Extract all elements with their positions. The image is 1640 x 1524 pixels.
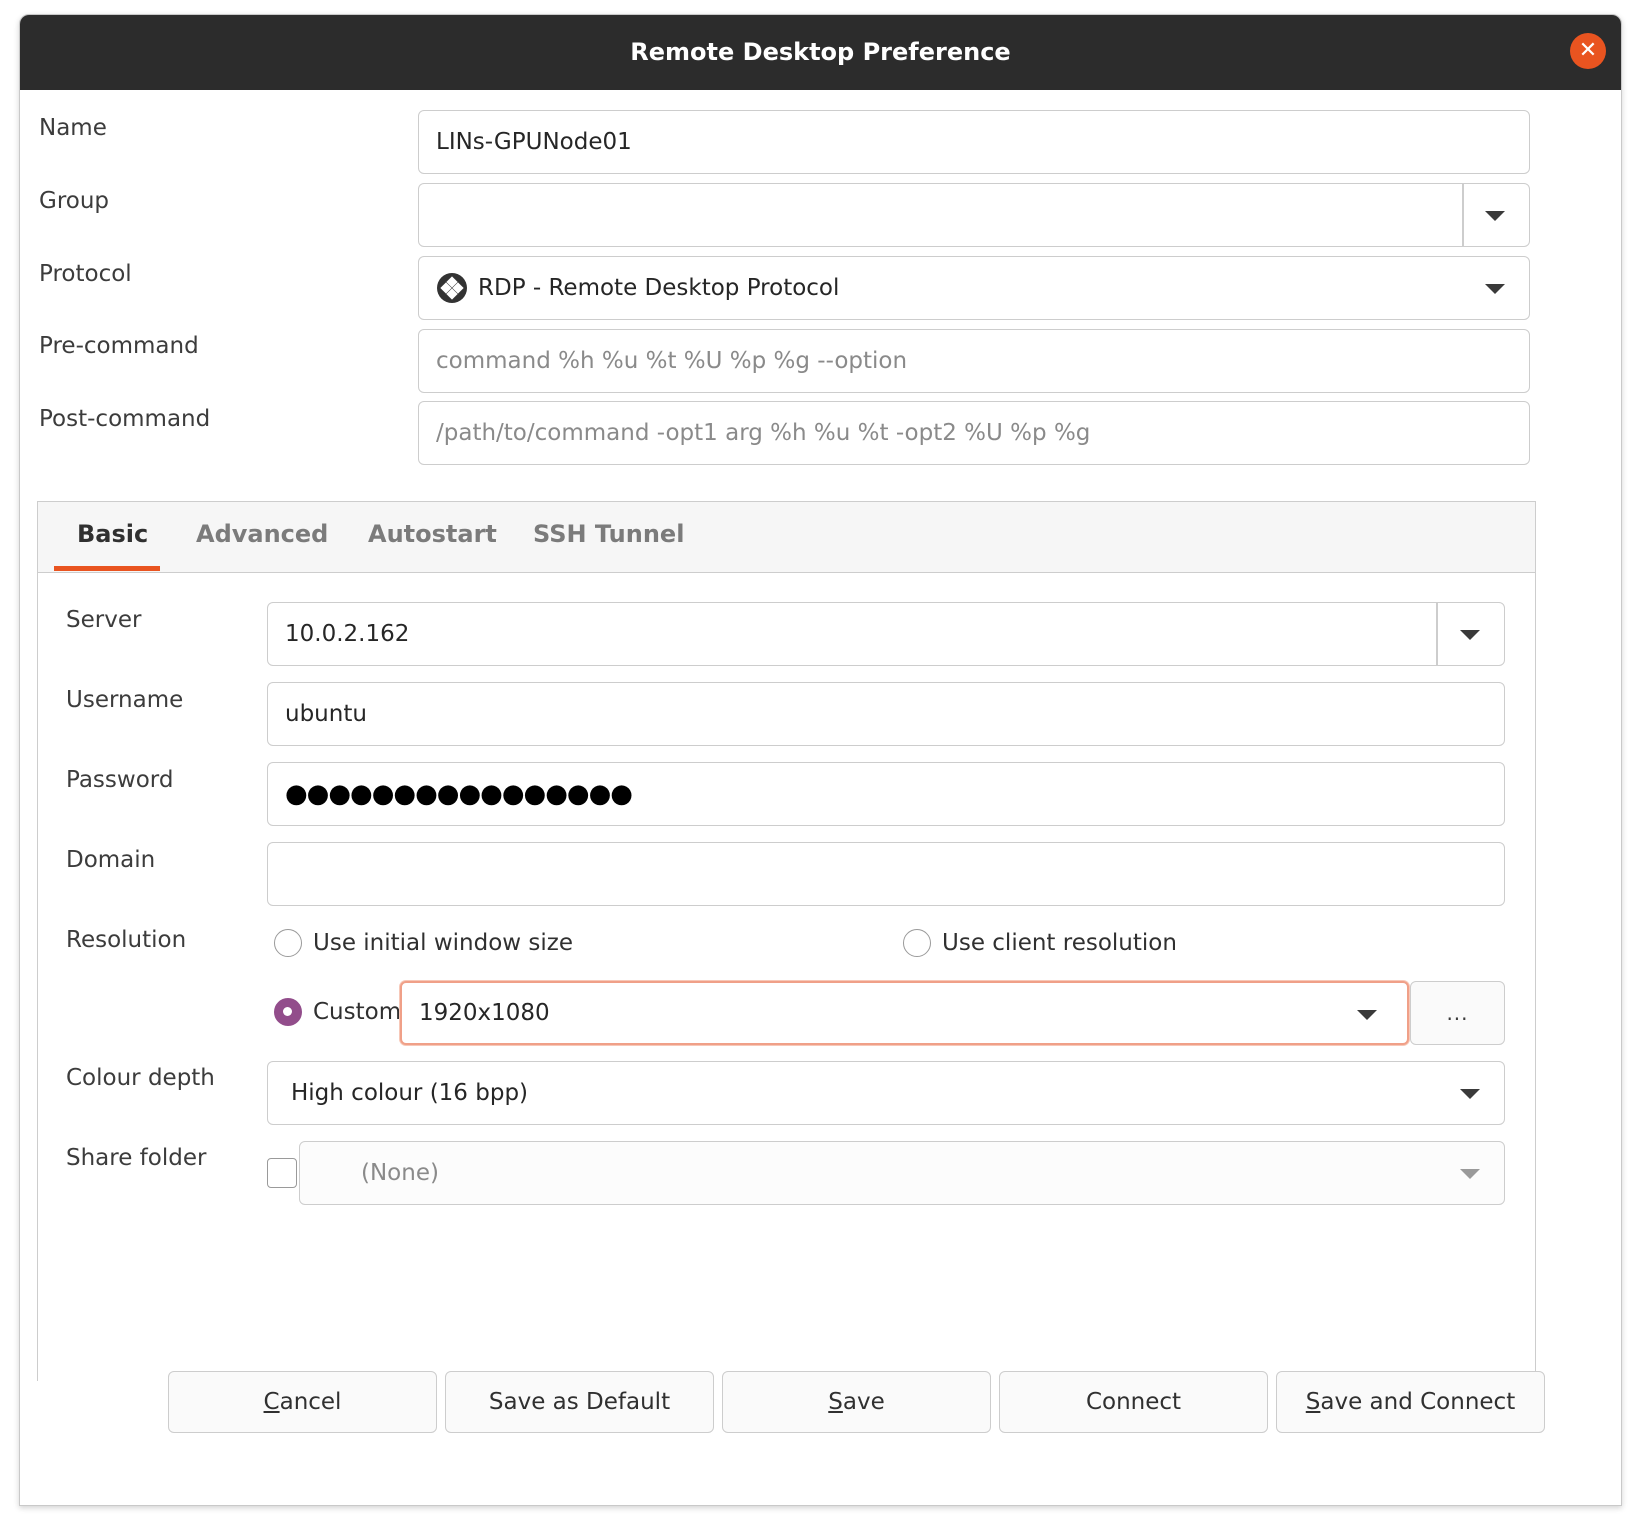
protocol-select-value: RDP - Remote Desktop Protocol [478, 275, 840, 301]
tab-advanced[interactable]: Advanced [196, 520, 328, 548]
title-bar: Remote Desktop Preference ✕ [20, 15, 1621, 90]
group-combo[interactable] [418, 183, 1530, 247]
save-and-connect-mnemonic: S [1305, 1389, 1321, 1415]
resolution-label: Resolution [66, 927, 187, 953]
share-folder-chooser[interactable]: (None) [299, 1141, 1505, 1205]
dialog-title: Remote Desktop Preference [630, 38, 1011, 66]
cancel-mnemonic: C [263, 1389, 280, 1415]
radio-custom-resolution[interactable] [274, 998, 302, 1026]
colour-depth-label: Colour depth [66, 1065, 215, 1091]
rdp-plugin-icon [437, 273, 467, 303]
chevron-down-icon[interactable] [1460, 1169, 1480, 1179]
protocol-label: Protocol [39, 261, 132, 287]
postcommand-input[interactable]: /path/to/command -opt1 arg %h %u %t -opt… [418, 401, 1530, 465]
colour-depth-value: High colour (16 bpp) [291, 1080, 529, 1106]
save-as-default-button[interactable]: Save as Default [445, 1371, 714, 1433]
save-and-connect-button[interactable]: Save and Connect [1276, 1371, 1545, 1433]
preference-dialog: Remote Desktop Preference ✕ Name LINs-GP… [19, 14, 1622, 1506]
edit-resolutions-button[interactable]: ... [1410, 981, 1505, 1045]
radio-custom-resolution-label[interactable]: Custom [313, 999, 401, 1025]
server-combo[interactable]: 10.0.2.162 [267, 602, 1505, 666]
postcommand-placeholder: /path/to/command -opt1 arg %h %u %t -opt… [436, 420, 1091, 446]
close-icon[interactable]: ✕ [1570, 33, 1606, 69]
save-mnemonic: S [828, 1389, 843, 1415]
combo-separator [1462, 184, 1464, 246]
active-tab-indicator [54, 566, 160, 571]
precommand-placeholder: command %h %u %t %U %p %g --option [436, 348, 908, 374]
password-input[interactable]: ●●●●●●●●●●●●●●●● [267, 762, 1505, 826]
tab-bar: Basic Advanced Autostart SSH Tunnel [38, 502, 1535, 573]
radio-initial-window-size[interactable] [274, 929, 302, 957]
share-folder-checkbox[interactable] [267, 1158, 297, 1188]
username-input[interactable]: ubuntu [267, 682, 1505, 746]
connect-label: Connect [1085, 1389, 1182, 1415]
username-input-value: ubuntu [285, 701, 367, 727]
tab-basic[interactable]: Basic [77, 520, 148, 548]
postcommand-label: Post-command [39, 406, 211, 432]
custom-resolution-select[interactable]: 1920x1080 [400, 981, 1409, 1045]
name-label: Name [39, 115, 107, 141]
server-label: Server [66, 607, 142, 633]
chevron-down-icon[interactable] [1485, 211, 1505, 221]
name-input-value: LINs-GPUNode01 [436, 129, 632, 155]
password-input-value: ●●●●●●●●●●●●●●●● [285, 779, 633, 809]
save-button[interactable]: Save [722, 1371, 991, 1433]
radio-client-resolution-label[interactable]: Use client resolution [942, 930, 1177, 956]
radio-client-resolution[interactable] [903, 929, 931, 957]
server-combo-value: 10.0.2.162 [285, 621, 410, 647]
group-label: Group [39, 188, 110, 214]
cancel-button[interactable]: Cancel [168, 1371, 437, 1433]
tab-autostart[interactable]: Autostart [368, 520, 497, 548]
cancel-label: ancel [279, 1389, 342, 1415]
chevron-down-icon[interactable] [1460, 630, 1480, 640]
radio-initial-window-size-label[interactable]: Use initial window size [313, 930, 573, 956]
chevron-down-icon[interactable] [1460, 1089, 1480, 1099]
domain-label: Domain [66, 847, 156, 873]
username-label: Username [66, 687, 184, 713]
share-folder-label: Share folder [66, 1145, 207, 1171]
more-icon: ... [1446, 1001, 1469, 1025]
colour-depth-select[interactable]: High colour (16 bpp) [267, 1061, 1505, 1125]
precommand-input[interactable]: command %h %u %t %U %p %g --option [418, 329, 1530, 393]
save-label: ave [842, 1389, 885, 1415]
chevron-down-icon[interactable] [1357, 1010, 1377, 1020]
connect-button[interactable]: Connect [999, 1371, 1268, 1433]
tab-ssh-tunnel[interactable]: SSH Tunnel [533, 520, 684, 548]
domain-input[interactable] [267, 842, 1505, 906]
combo-separator [1436, 603, 1438, 665]
chevron-down-icon[interactable] [1485, 284, 1505, 294]
share-folder-value: (None) [361, 1160, 439, 1186]
save-and-connect-label: ave and Connect [1320, 1389, 1516, 1415]
name-input[interactable]: LINs-GPUNode01 [418, 110, 1530, 174]
custom-resolution-value: 1920x1080 [419, 1000, 550, 1026]
precommand-label: Pre-command [39, 333, 199, 359]
password-label: Password [66, 767, 174, 793]
settings-notebook: Basic Advanced Autostart SSH Tunnel Serv… [37, 501, 1536, 1381]
save-as-default-label: Save as Default [488, 1389, 671, 1415]
protocol-select[interactable]: RDP - Remote Desktop Protocol [418, 256, 1530, 320]
